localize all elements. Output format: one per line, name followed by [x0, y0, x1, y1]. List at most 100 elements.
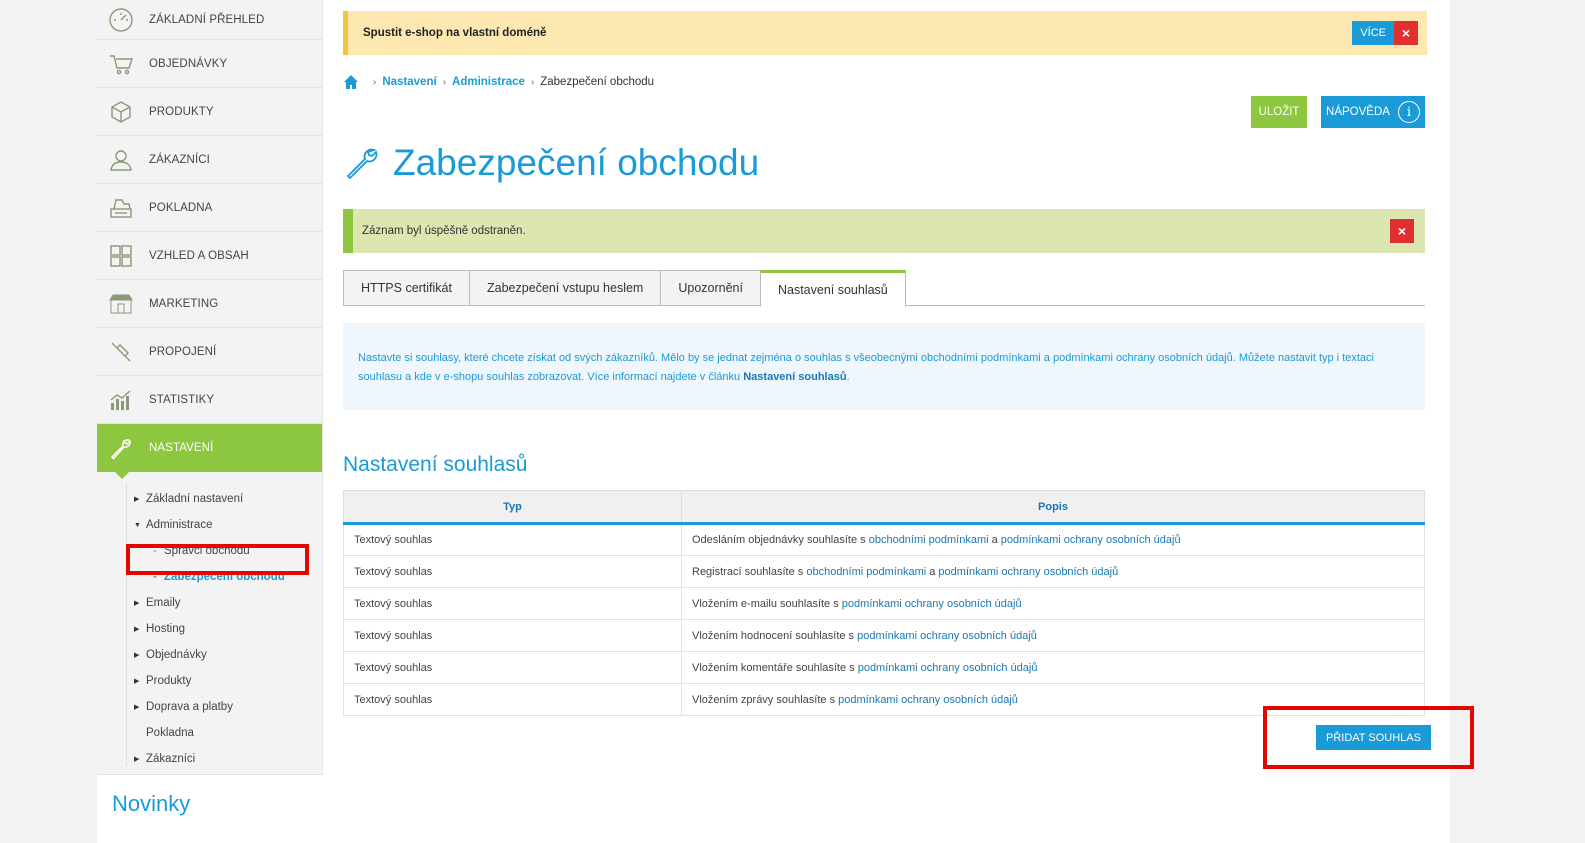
- privacy-link[interactable]: podmínkami ochrany osobních údajů: [857, 630, 1037, 642]
- privacy-link[interactable]: podmínkami ochrany osobních údajů: [842, 598, 1022, 610]
- caret-right-icon: ▶: [134, 704, 140, 711]
- save-button[interactable]: ULOŽIT: [1251, 96, 1307, 128]
- success-text: Záznam byl úspěšně odstraněn.: [362, 225, 526, 237]
- privacy-link[interactable]: podmínkami ochrany osobních údajů: [938, 566, 1118, 578]
- layout-grid-icon: [107, 242, 135, 270]
- tab-zabezpeceni-vstupu-heslem[interactable]: Zabezpečení vstupu heslem: [469, 270, 661, 306]
- sidebar-item-statistiky[interactable]: STATISTIKY: [97, 376, 322, 424]
- submenu-item-spravci-obchodu[interactable]: - Správci obchodu: [97, 538, 322, 564]
- caret-right-icon: ▶: [134, 756, 140, 763]
- breadcrumb-current: Zabezpečení obchodu: [540, 76, 655, 88]
- table-row[interactable]: Textový souhlas Vložením hodnocení souhl…: [343, 619, 1425, 652]
- submenu-item-zakaznici[interactable]: ▶ Zákazníci: [97, 746, 322, 772]
- cell-typ: Textový souhlas: [343, 619, 682, 652]
- cell-popis: Vložením hodnocení souhlasíte s podmínka…: [681, 619, 1425, 652]
- promo-close-button[interactable]: ×: [1394, 21, 1418, 45]
- help-button-label: NÁPOVĚDA: [1326, 106, 1390, 118]
- submenu-item-zabezpeceni-obchodu[interactable]: - Zabezpečení obchodu: [97, 564, 322, 590]
- sidebar-item-propojeni[interactable]: PROPOJENÍ: [97, 328, 322, 376]
- help-button[interactable]: NÁPOVĚDA i: [1321, 96, 1425, 128]
- main-content: Spustit e-shop na vlastní doméně VÍCE × …: [323, 0, 1450, 843]
- promo-more-button[interactable]: VÍCE: [1352, 21, 1394, 45]
- terms-link[interactable]: obchodními podmínkami: [869, 534, 989, 546]
- sidebar-item-label: MARKETING: [149, 297, 219, 310]
- sidebar-item-label: STATISTIKY: [149, 393, 215, 406]
- sidebar-item-zakladni-prehled[interactable]: ZÁKLADNÍ PŘEHLED: [97, 0, 322, 40]
- sidebar-item-objednavky[interactable]: OBJEDNÁVKY: [97, 40, 322, 88]
- breadcrumb-separator: ›: [442, 76, 447, 88]
- terms-link[interactable]: obchodními podmínkami: [806, 566, 926, 578]
- sidebar-item-zakaznici[interactable]: ZÁKAZNÍCI: [97, 136, 322, 184]
- privacy-link[interactable]: podmínkami ochrany osobních údajů: [858, 662, 1038, 674]
- table-row[interactable]: Textový souhlas Odesláním objednávky sou…: [343, 523, 1425, 556]
- submenu-item-hosting[interactable]: ▶ Hosting: [97, 616, 322, 642]
- breadcrumb-administrace-link[interactable]: Administrace: [452, 76, 525, 88]
- add-consent-button[interactable]: PŘIDAT SOUHLAS: [1316, 725, 1431, 750]
- caret-right-icon: ▶: [134, 626, 140, 633]
- sidebar-item-label: PRODUKTY: [149, 105, 214, 118]
- table-header-row: Typ Popis: [343, 490, 1425, 525]
- submenu-item-pokladna[interactable]: Pokladna: [97, 720, 322, 746]
- table-row[interactable]: Textový souhlas Registrací souhlasíte s …: [343, 555, 1425, 588]
- table-row[interactable]: Textový souhlas Vložením zprávy souhlasí…: [343, 683, 1425, 716]
- table-row[interactable]: Textový souhlas Vložením e-mailu souhlas…: [343, 587, 1425, 620]
- sidebar-item-nastaveni[interactable]: NASTAVENÍ: [97, 424, 322, 479]
- cell-typ: Textový souhlas: [343, 683, 682, 716]
- home-icon[interactable]: [343, 74, 359, 90]
- sidebar-item-label: NASTAVENÍ: [149, 442, 214, 454]
- user-icon: [107, 146, 135, 174]
- consents-table: Typ Popis Textový souhlas Odesláním obje…: [343, 490, 1425, 716]
- tab-nastaveni-souhlasu[interactable]: Nastavení souhlasů: [759, 270, 906, 307]
- privacy-link[interactable]: podmínkami ochrany osobních údajů: [838, 694, 1018, 706]
- column-header-popis: Popis: [681, 490, 1425, 525]
- sidebar-item-label: POKLADNA: [149, 201, 213, 214]
- cell-typ: Textový souhlas: [343, 555, 682, 588]
- column-header-typ: Typ: [343, 490, 682, 525]
- sidebar-item-marketing[interactable]: MARKETING: [97, 280, 322, 328]
- caret-right-icon: ▶: [134, 496, 140, 503]
- info-icon: i: [1397, 101, 1420, 123]
- news-box: Novinky: [97, 774, 323, 843]
- caret-down-icon: ▼: [134, 521, 141, 529]
- bar-chart-icon: [107, 386, 135, 414]
- tab-upozorneni[interactable]: Upozornění: [660, 270, 760, 306]
- submenu-item-zakladni-nastaveni[interactable]: ▶ Základní nastavení: [97, 486, 322, 512]
- submenu-item-emaily[interactable]: ▶ Emaily: [97, 590, 322, 616]
- wrench-icon: [343, 144, 381, 182]
- settings-submenu: ▶ Základní nastavení ▼ Administrace - Správ…: [97, 472, 322, 778]
- tab-https-certifikat[interactable]: HTTPS certifikát: [343, 270, 469, 306]
- cash-register-icon: [107, 194, 135, 222]
- news-title[interactable]: Novinky: [97, 775, 323, 817]
- submenu-item-doprava-a-platby[interactable]: ▶ Doprava a platby: [97, 694, 322, 720]
- privacy-link[interactable]: podmínkami ochrany osobních údajů: [1001, 534, 1181, 546]
- breadcrumb-separator: ›: [373, 76, 377, 88]
- cell-popis: Vložením e-mailu souhlasíte s podmínkami…: [681, 587, 1425, 620]
- plug-icon: [107, 338, 135, 366]
- tab-bar: HTTPS certifikát Zabezpečení vstupu hesl…: [343, 270, 1425, 307]
- caret-right-icon: ▶: [134, 678, 140, 685]
- store-icon: [107, 290, 135, 318]
- success-message: Záznam byl úspěšně odstraněn. ×: [343, 209, 1425, 253]
- cell-typ: Textový souhlas: [343, 523, 682, 556]
- cell-popis: Registrací souhlasíte s obchodními podmí…: [681, 555, 1425, 588]
- sidebar-item-vzhled-a-obsah[interactable]: VZHLED A OBSAH: [97, 232, 322, 280]
- sidebar-item-pokladna[interactable]: POKLADNA: [97, 184, 322, 232]
- table-row[interactable]: Textový souhlas Vložením komentáře souhl…: [343, 651, 1425, 684]
- submenu-item-produkty[interactable]: ▶ Produkty: [97, 668, 322, 694]
- caret-right-icon: ▶: [134, 652, 140, 659]
- success-close-button[interactable]: ×: [1390, 219, 1414, 243]
- info-end: .: [846, 371, 850, 383]
- page-title-row: Zabezpečení obchodu: [343, 142, 759, 184]
- sidebar-item-label: ZÁKLADNÍ PŘEHLED: [149, 13, 265, 26]
- submenu-item-administrace[interactable]: ▼ Administrace: [97, 512, 322, 538]
- cell-popis: Vložením zprávy souhlasíte s podmínkami …: [681, 683, 1425, 716]
- submenu-item-objednavky[interactable]: ▶ Objednávky: [97, 642, 322, 668]
- sidebar-item-produkty[interactable]: PRODUKTY: [97, 88, 322, 136]
- promo-text: Spustit e-shop na vlastní doméně: [363, 27, 547, 39]
- dash-icon: -: [153, 545, 157, 557]
- page-title: Zabezpečení obchodu: [393, 142, 760, 183]
- breadcrumb-nastaveni-link[interactable]: Nastavení: [382, 76, 436, 88]
- dash-icon: -: [153, 571, 157, 583]
- breadcrumb: › Nastavení › Administrace › Zabezpečení…: [343, 74, 654, 90]
- info-article-link[interactable]: Nastavení souhlasů: [743, 371, 846, 383]
